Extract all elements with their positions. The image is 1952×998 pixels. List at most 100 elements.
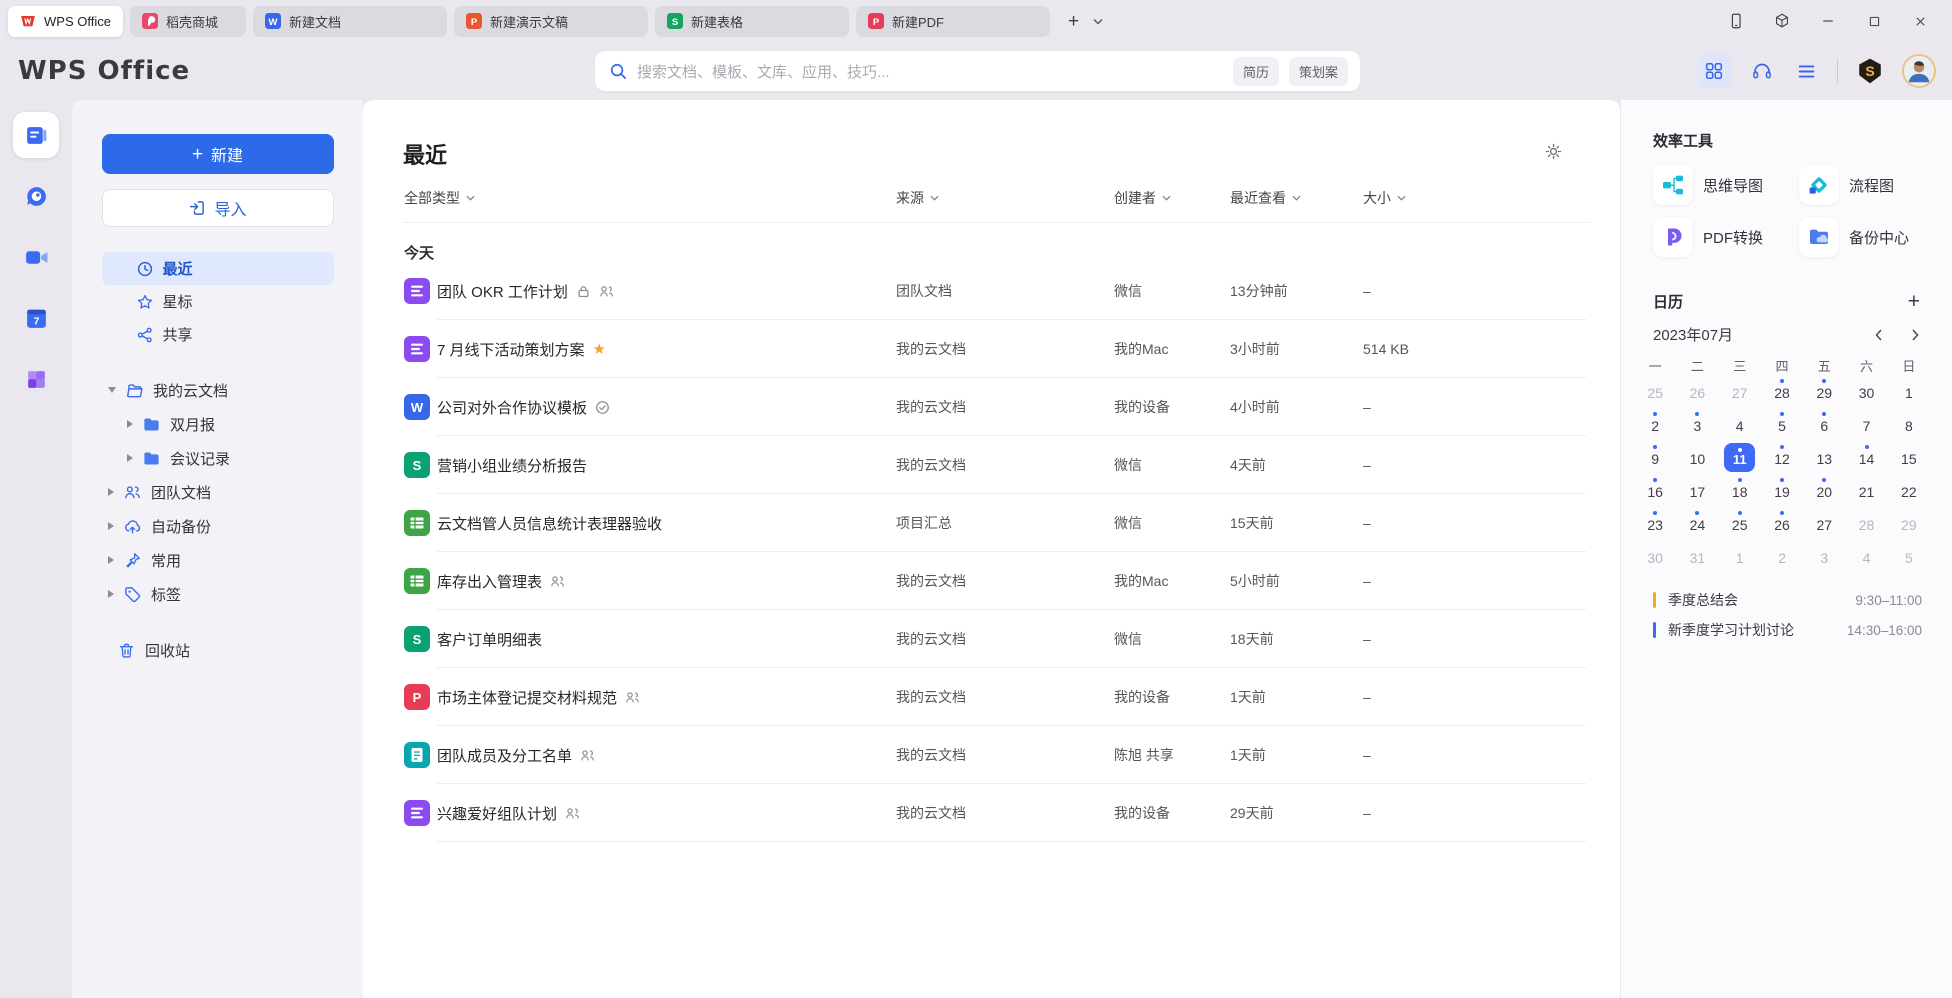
apps-launcher-button[interactable] (1697, 54, 1731, 88)
search-tag-plan[interactable]: 策划案 (1289, 57, 1348, 86)
tab-docer[interactable]: 稻壳商城 (130, 6, 246, 37)
tool-mindmap[interactable]: 思维导图 (1653, 165, 1799, 205)
calendar-day[interactable]: 4 (1719, 410, 1761, 443)
calendar-day[interactable]: 6 (1803, 410, 1845, 443)
sidebar-item-star[interactable]: 星标 (102, 285, 334, 318)
caret-right-icon[interactable] (108, 522, 114, 530)
main-menu-icon[interactable] (1793, 58, 1819, 84)
mobile-device-icon[interactable] (1726, 11, 1746, 31)
minimize-button[interactable] (1818, 11, 1838, 31)
calendar-day[interactable]: 13 (1803, 443, 1845, 476)
tree-item[interactable]: 自动备份 (72, 509, 363, 543)
tab-writer[interactable]: W新建文档 (253, 6, 447, 37)
tab-wps-home[interactable]: WPS Office (8, 6, 123, 37)
calendar-day[interactable]: 15 (1888, 443, 1930, 476)
tree-item[interactable]: 双月报 (72, 407, 363, 441)
calendar-day[interactable]: 27 (1803, 509, 1845, 542)
calendar-day[interactable]: 12 (1761, 443, 1803, 476)
calendar-day[interactable]: 4 (1845, 542, 1887, 575)
calendar-day[interactable]: 3 (1803, 542, 1845, 575)
calendar-day[interactable]: 25 (1634, 377, 1676, 410)
calendar-day[interactable]: 5 (1888, 542, 1930, 575)
caret-right-icon[interactable] (108, 488, 114, 496)
file-row[interactable]: 团队 OKR 工作计划团队文档微信13分钟前– (363, 262, 1620, 320)
calendar-day[interactable]: 8 (1888, 410, 1930, 443)
workspace-cube-icon[interactable] (1772, 11, 1792, 31)
file-row[interactable]: W公司对外合作协议模板我的云文档我的设备4小时前– (363, 378, 1620, 436)
sidebar-item-clock[interactable]: 最近 (102, 252, 334, 285)
calendar-day[interactable]: 18 (1719, 476, 1761, 509)
filter-1[interactable]: 来源 (896, 188, 939, 208)
calendar-day[interactable]: 31 (1676, 542, 1718, 575)
tab-pdf[interactable]: P新建PDF (856, 6, 1050, 37)
calendar-day[interactable]: 10 (1676, 443, 1718, 476)
calendar-event[interactable]: 新季度学习计划讨论14:30–16:00 (1621, 615, 1952, 645)
tree-item[interactable]: 我的云文档 (72, 373, 363, 407)
tab-spreadsheet[interactable]: S新建表格 (655, 6, 849, 37)
calendar-day[interactable]: 29 (1803, 377, 1845, 410)
calendar-day[interactable]: 30 (1634, 542, 1676, 575)
calendar-day[interactable]: 25 (1719, 509, 1761, 542)
maximize-button[interactable] (1864, 11, 1884, 31)
member-vip-badge-icon[interactable]: S (1856, 57, 1884, 85)
file-row[interactable]: 云文档管人员信息统计表理器验收项目汇总微信15天前– (363, 494, 1620, 552)
calendar-day[interactable]: 16 (1634, 476, 1676, 509)
tool-pdf-convert[interactable]: PDF转换 (1653, 217, 1799, 257)
calendar-day[interactable]: 29 (1888, 509, 1930, 542)
search-tag-resume[interactable]: 简历 (1233, 57, 1279, 86)
calendar-day[interactable]: 30 (1845, 377, 1887, 410)
rail-item-meeting[interactable] (13, 234, 59, 280)
calendar-day-selected[interactable]: 11 (1719, 443, 1761, 476)
filter-4[interactable]: 大小 (1363, 188, 1406, 208)
calendar-day[interactable]: 22 (1888, 476, 1930, 509)
new-tab-button[interactable]: + (1064, 10, 1083, 33)
rail-item-apps-grid-purple[interactable] (13, 356, 59, 402)
calendar-day[interactable]: 23 (1634, 509, 1676, 542)
tree-item[interactable]: 常用 (72, 543, 363, 577)
sidebar-item-trash[interactable]: 回收站 (72, 633, 363, 667)
filter-2[interactable]: 创建者 (1114, 188, 1171, 208)
calendar-day[interactable]: 9 (1634, 443, 1676, 476)
calendar-add-event-button[interactable]: + (1908, 291, 1920, 312)
calendar-day[interactable]: 20 (1803, 476, 1845, 509)
user-avatar[interactable] (1902, 54, 1936, 88)
caret-right-icon[interactable] (127, 454, 133, 462)
caret-right-icon[interactable] (108, 556, 114, 564)
calendar-next-icon[interactable] (1908, 328, 1922, 342)
calendar-prev-icon[interactable] (1872, 328, 1886, 342)
tree-item[interactable]: 团队文档 (72, 475, 363, 509)
calendar-event[interactable]: 季度总结会9:30–11:00 (1621, 585, 1952, 615)
calendar-day[interactable]: 26 (1761, 509, 1803, 542)
sidebar-item-share[interactable]: 共享 (102, 318, 334, 351)
tree-item[interactable]: 标签 (72, 577, 363, 611)
rail-item-messages[interactable] (13, 173, 59, 219)
calendar-day[interactable]: 3 (1676, 410, 1718, 443)
calendar-day[interactable]: 21 (1845, 476, 1887, 509)
tree-item[interactable]: 会议记录 (72, 441, 363, 475)
calendar-day[interactable]: 19 (1761, 476, 1803, 509)
tool-flowchart[interactable]: 流程图 (1799, 165, 1952, 205)
caret-right-icon[interactable] (108, 590, 114, 598)
list-settings-gear-icon[interactable] (1542, 140, 1564, 162)
import-button[interactable]: 导入 (102, 189, 334, 227)
calendar-day[interactable]: 28 (1761, 377, 1803, 410)
calendar-day[interactable]: 7 (1845, 410, 1887, 443)
calendar-day[interactable]: 27 (1719, 377, 1761, 410)
file-row[interactable]: 7 月线下活动策划方案★我的云文档我的Mac3小时前514 KB (363, 320, 1620, 378)
tool-backup-center[interactable]: 备份中心 (1799, 217, 1952, 257)
calendar-day[interactable]: 28 (1845, 509, 1887, 542)
rail-item-documents[interactable] (13, 112, 59, 158)
file-row[interactable]: 兴趣爱好组队计划我的云文档我的设备29天前– (363, 784, 1620, 842)
caret-down-icon[interactable] (108, 387, 116, 393)
file-row[interactable]: 团队成员及分工名单我的云文档陈旭 共享1天前– (363, 726, 1620, 784)
new-document-button[interactable]: + 新建 (102, 134, 334, 174)
file-row[interactable]: P市场主体登记提交材料规范我的云文档我的设备1天前– (363, 668, 1620, 726)
calendar-day[interactable]: 5 (1761, 410, 1803, 443)
calendar-day[interactable]: 2 (1761, 542, 1803, 575)
filter-0[interactable]: 全部类型 (404, 188, 475, 208)
calendar-day[interactable]: 17 (1676, 476, 1718, 509)
tab-list-chevron-icon[interactable] (1093, 18, 1103, 25)
calendar-day[interactable]: 14 (1845, 443, 1887, 476)
filter-3[interactable]: 最近查看 (1230, 188, 1301, 208)
file-row[interactable]: S客户订单明细表我的云文档微信18天前– (363, 610, 1620, 668)
